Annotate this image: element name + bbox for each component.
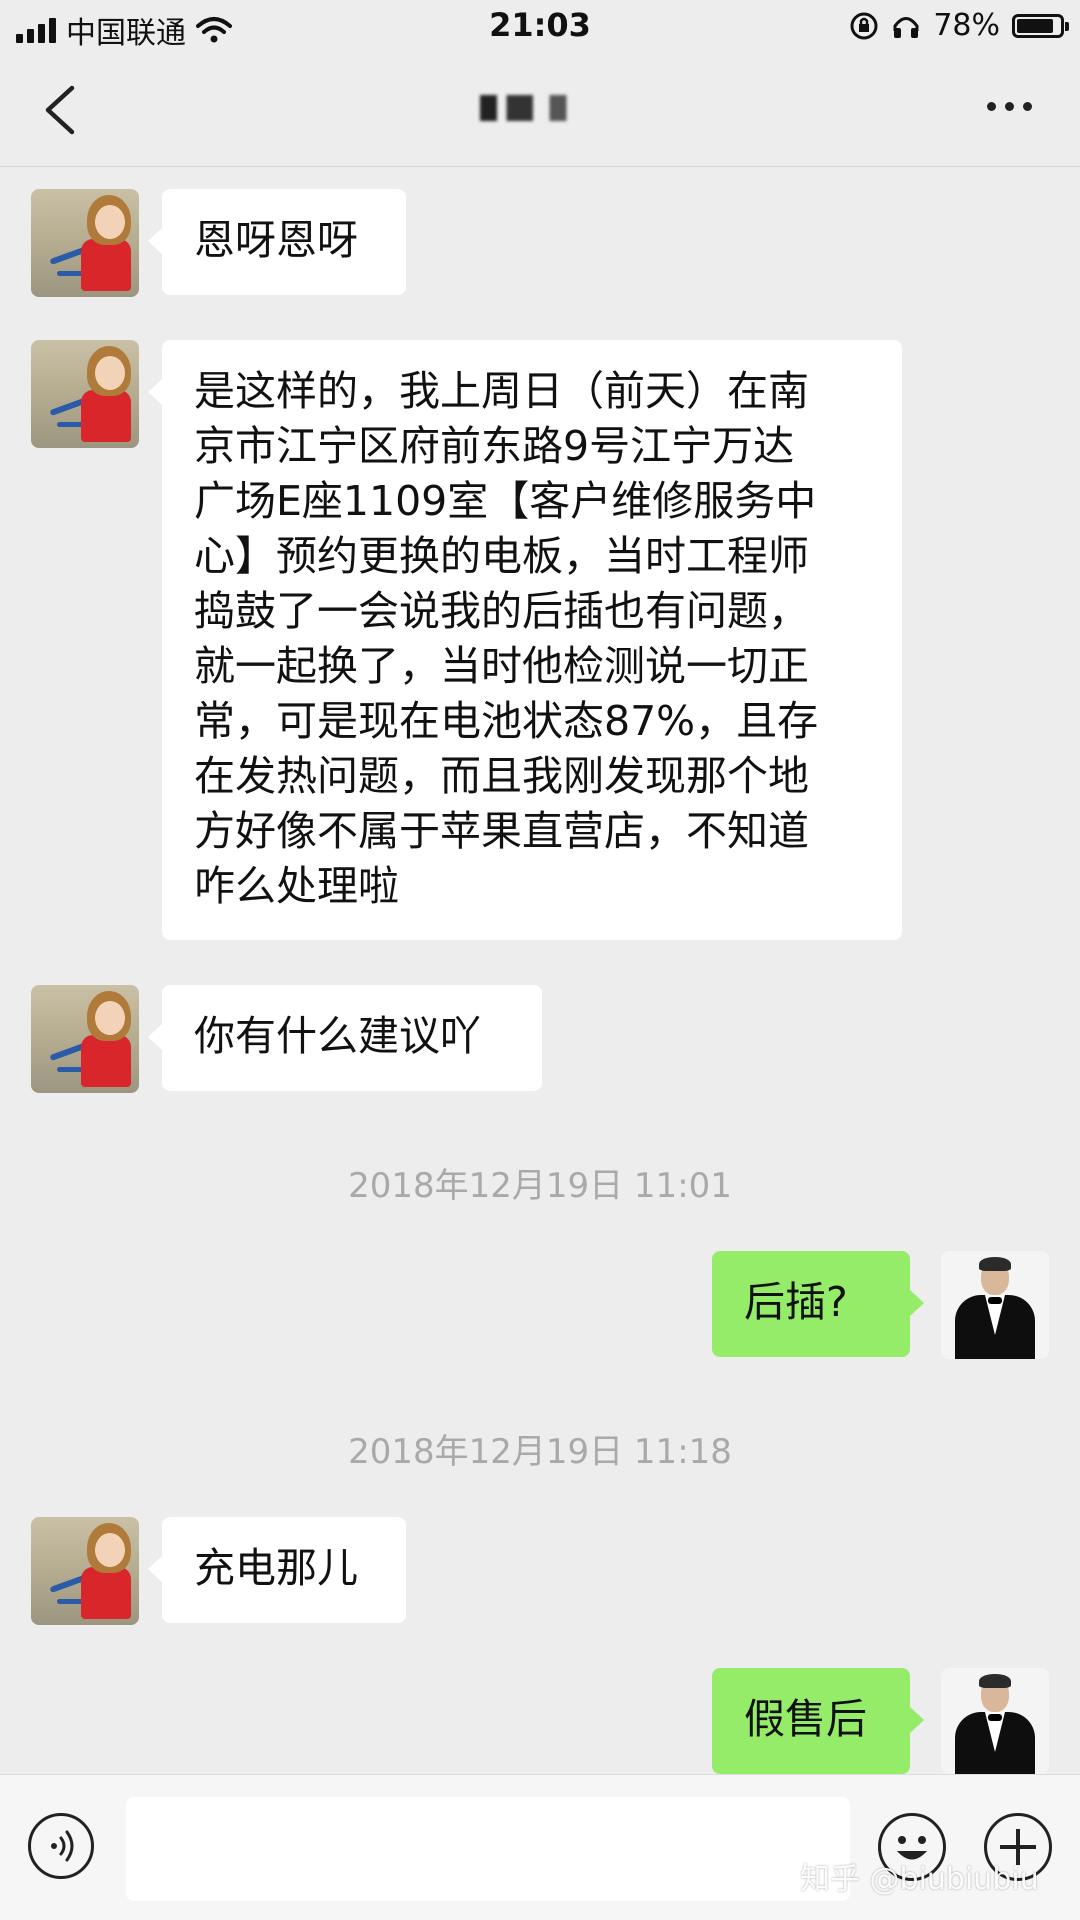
contact-avatar[interactable]: [31, 985, 139, 1093]
rotation-lock-icon: [850, 12, 878, 39]
battery-level-fill: [1017, 18, 1053, 33]
battery-percent: 78%: [933, 8, 1000, 43]
chat-title: [0, 86, 1080, 127]
message-bubble-incoming[interactable]: 充电那儿: [148, 1517, 406, 1623]
contact-avatar[interactable]: [31, 340, 139, 448]
contact-avatar[interactable]: [31, 1517, 139, 1625]
status-right: 78%: [849, 8, 1069, 43]
contact-avatar[interactable]: [31, 189, 139, 297]
user-avatar[interactable]: [941, 1668, 1049, 1774]
voice-icon[interactable]: [28, 1813, 94, 1879]
message-bubble-outgoing[interactable]: 假售后: [712, 1668, 924, 1774]
obscured-contact-name: [480, 95, 600, 121]
message-timestamp: 2018年12月19日 11:01: [348, 1166, 732, 1206]
message-bubble-outgoing[interactable]: 后插?: [712, 1251, 924, 1357]
message-bubble-incoming[interactable]: 是这样的，我上周日（前天）在南 京市江宁区府前东路9号江宁万达 广场E座1109…: [148, 340, 902, 940]
chat-screen: 中国联通 21:03 78% 恩呀恩呀 是这样的，我上周日（前天）在南 京市江宁…: [0, 0, 1080, 1920]
chat-header: [0, 54, 1080, 167]
battery-icon: [1012, 13, 1069, 38]
headphones-icon: [893, 16, 919, 38]
more-dots-icon[interactable]: [987, 102, 1032, 111]
status-bar: 中国联通 21:03 78%: [0, 0, 1080, 54]
message-input[interactable]: [126, 1797, 850, 1901]
message-bubble-incoming[interactable]: 你有什么建议吖: [148, 985, 542, 1091]
message-timestamp: 2018年12月19日 11:18: [348, 1432, 732, 1472]
watermark-text: 知乎 @biubiubiu: [800, 1862, 1039, 1897]
message-bubble-incoming[interactable]: 恩呀恩呀: [148, 189, 406, 295]
user-avatar[interactable]: [941, 1251, 1049, 1359]
input-bar: [0, 1774, 1080, 1920]
